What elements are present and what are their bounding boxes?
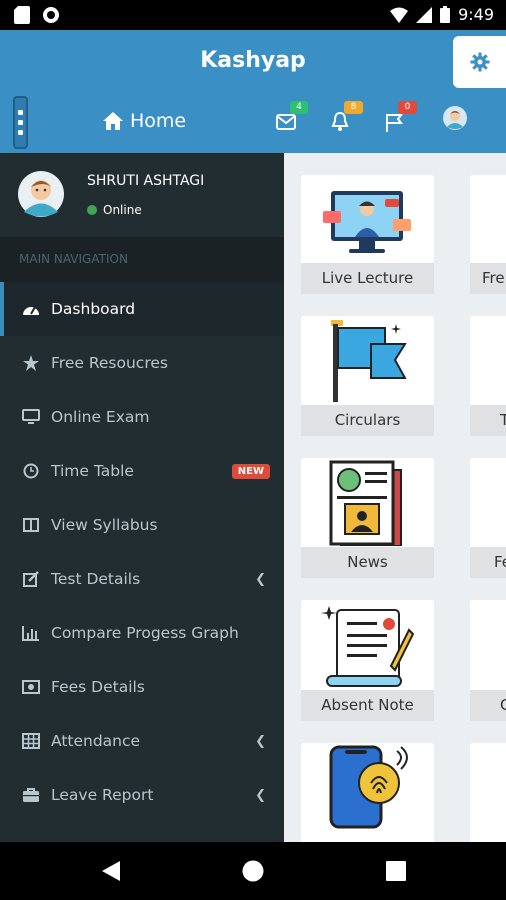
notifications-badge: 8 bbox=[344, 101, 363, 114]
home-circle-icon[interactable] bbox=[242, 860, 264, 882]
clock-text: 9:49 bbox=[458, 5, 494, 24]
sidebar-item-label: Compare Progess Graph bbox=[51, 624, 239, 642]
sd-card-icon bbox=[14, 6, 30, 24]
card-label: Circulars bbox=[301, 405, 434, 436]
card-label: Absent Note bbox=[301, 690, 434, 721]
app-title: Kashyap bbox=[200, 48, 306, 73]
home-link[interactable]: Home bbox=[102, 110, 186, 132]
card-circulars[interactable]: Circulars bbox=[301, 316, 434, 436]
flags-badge: 0 bbox=[398, 101, 417, 114]
card-partial-4[interactable]: C bbox=[470, 600, 506, 721]
sidebar-item-label: Leave Report bbox=[51, 786, 154, 804]
recents-icon[interactable] bbox=[386, 861, 406, 881]
sidebar-item-view-syllabus[interactable]: View Syllabus bbox=[0, 498, 284, 552]
card-biometric[interactable] bbox=[301, 743, 434, 842]
flag-icon bbox=[331, 320, 407, 402]
messages-badge: 4 bbox=[290, 101, 308, 114]
note-icon bbox=[321, 606, 415, 687]
sidebar-item-leave-report[interactable]: Leave Report ❮ bbox=[0, 768, 284, 822]
bar-chart-icon bbox=[22, 624, 40, 642]
bell-icon bbox=[331, 112, 349, 131]
app-bar: Kashyap bbox=[0, 30, 506, 92]
sync-circle-icon bbox=[43, 7, 59, 23]
flags-button[interactable]: 0 bbox=[385, 101, 417, 136]
user-status-label: Online bbox=[103, 203, 142, 217]
sidebar-item-free-resources[interactable]: Free Resoucres bbox=[0, 336, 284, 390]
status-bar: 9:49 bbox=[0, 0, 506, 30]
envelope-icon bbox=[276, 114, 296, 130]
sidebar-item-label: Online Exam bbox=[51, 408, 150, 426]
dashboard-grid: Live Lecture Fre Circulars T News Fe bbox=[284, 153, 506, 842]
sidebar-item-label: Test Details bbox=[51, 570, 141, 588]
card-label: C bbox=[470, 690, 506, 721]
chevron-left-icon: ❮ bbox=[255, 733, 266, 749]
card-label: News bbox=[301, 547, 434, 578]
messages-button[interactable]: 4 bbox=[276, 101, 308, 136]
user-status: Online bbox=[87, 203, 142, 217]
sidebar-item-test-details[interactable]: Test Details ❮ bbox=[0, 552, 284, 606]
sidebar: SHRUTI ASHTAGI Online MAIN NAVIGATION Da… bbox=[0, 153, 284, 842]
chevron-left-icon: ❮ bbox=[255, 787, 266, 803]
settings-button[interactable] bbox=[453, 36, 506, 88]
sidebar-item-label: Fees Details bbox=[51, 678, 145, 696]
card-partial-5[interactable] bbox=[470, 743, 506, 842]
card-news[interactable]: News bbox=[301, 458, 434, 578]
wifi-icon bbox=[390, 7, 409, 23]
briefcase-icon bbox=[22, 786, 40, 804]
online-dot-icon bbox=[87, 205, 97, 215]
user-avatar bbox=[18, 171, 64, 217]
sidebar-item-label: Time Table bbox=[51, 462, 134, 480]
live-lecture-icon bbox=[323, 191, 411, 253]
system-nav-bar bbox=[0, 842, 506, 900]
money-icon bbox=[22, 678, 40, 696]
card-live-lecture[interactable]: Live Lecture bbox=[301, 175, 434, 294]
avatar bbox=[443, 106, 467, 130]
cell-signal-icon bbox=[416, 6, 433, 23]
fingerprint-phone-icon bbox=[329, 745, 408, 829]
battery-icon bbox=[440, 6, 451, 23]
sidebar-item-label: Dashboard bbox=[51, 300, 136, 318]
monitor-icon bbox=[22, 408, 40, 426]
newspaper-icon bbox=[329, 460, 402, 546]
sidebar-item-compare-progress-graph[interactable]: Compare Progess Graph bbox=[0, 606, 284, 660]
home-icon bbox=[103, 112, 123, 130]
card-label: Live Lecture bbox=[301, 263, 434, 294]
sidebar-item-fees-details[interactable]: Fees Details bbox=[0, 660, 284, 714]
book-icon bbox=[22, 516, 40, 534]
edit-icon bbox=[22, 570, 40, 588]
top-nav-bar: Home 4 8 0 bbox=[0, 92, 506, 153]
sidebar-item-online-exam[interactable]: Online Exam bbox=[0, 390, 284, 444]
sidebar-item-dashboard[interactable]: Dashboard bbox=[0, 282, 284, 336]
gear-icon bbox=[470, 52, 489, 72]
card-label: Fre bbox=[470, 263, 506, 294]
card-partial-2[interactable]: T bbox=[470, 316, 506, 436]
card-absent-note[interactable]: Absent Note bbox=[301, 600, 434, 721]
chevron-left-icon: ❮ bbox=[255, 571, 266, 587]
sidebar-item-attendance[interactable]: Attendance ❮ bbox=[0, 714, 284, 768]
sidebar-item-label: Attendance bbox=[51, 732, 141, 750]
card-label: T bbox=[470, 405, 506, 436]
home-label: Home bbox=[130, 110, 187, 132]
table-icon bbox=[22, 732, 40, 750]
card-free-resources[interactable]: Fre bbox=[470, 175, 506, 294]
new-badge: NEW bbox=[231, 463, 270, 479]
back-icon[interactable] bbox=[101, 860, 121, 882]
dashboard-icon bbox=[22, 300, 40, 318]
notifications-button[interactable]: 8 bbox=[331, 101, 363, 136]
user-panel: SHRUTI ASHTAGI Online bbox=[0, 153, 284, 237]
sidebar-item-time-table[interactable]: Time Table NEW bbox=[0, 444, 284, 498]
card-partial-3[interactable]: Fe bbox=[470, 458, 506, 578]
card-label: Fe bbox=[470, 547, 506, 578]
section-title: MAIN NAVIGATION bbox=[0, 237, 284, 282]
flag-outline-icon bbox=[386, 114, 403, 132]
menu-toggle-button[interactable] bbox=[13, 96, 28, 149]
clock-icon bbox=[22, 462, 40, 480]
star-icon bbox=[22, 354, 40, 372]
user-avatar-button[interactable] bbox=[443, 106, 469, 132]
user-name: SHRUTI ASHTAGI bbox=[87, 173, 205, 189]
sidebar-item-label: View Syllabus bbox=[51, 516, 158, 534]
sidebar-item-label: Free Resoucres bbox=[51, 354, 168, 372]
